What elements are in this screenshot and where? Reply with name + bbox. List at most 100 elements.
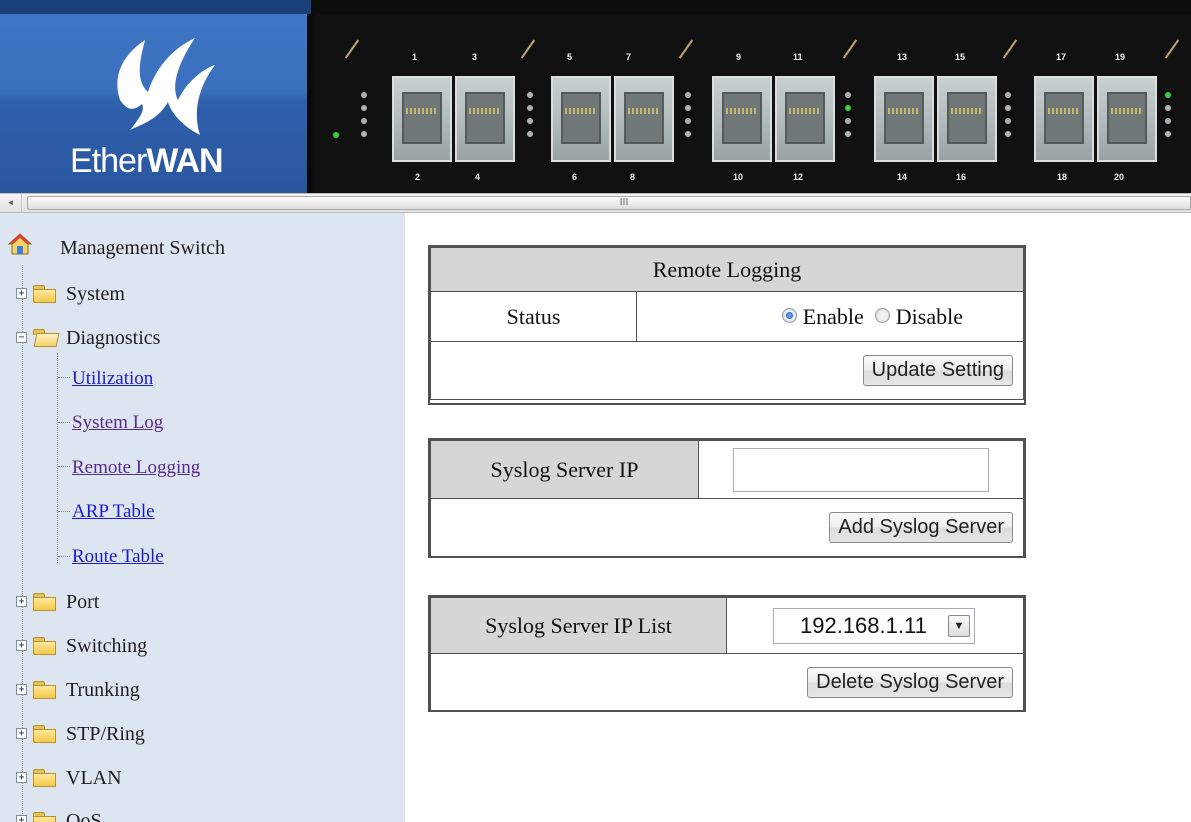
tree-item-label: Trunking bbox=[66, 679, 140, 701]
led bbox=[685, 105, 691, 111]
folder-icon bbox=[33, 637, 56, 655]
ethernet-port bbox=[937, 76, 997, 162]
port-number: 15 bbox=[955, 52, 966, 62]
add-syslog-server-button[interactable]: Add Syslog Server bbox=[829, 512, 1013, 543]
led bbox=[1165, 105, 1171, 111]
port-pair-1-4 bbox=[392, 76, 518, 162]
port-pins bbox=[628, 108, 660, 114]
led bbox=[1165, 118, 1171, 124]
expand-icon[interactable]: + bbox=[16, 728, 27, 739]
port-number: 8 bbox=[630, 172, 636, 182]
led bbox=[685, 92, 691, 98]
led bbox=[1005, 131, 1011, 137]
expand-icon[interactable]: + bbox=[16, 640, 27, 651]
dropdown-arrow-icon[interactable]: ▼ bbox=[948, 614, 970, 637]
folder-icon bbox=[33, 769, 56, 787]
expand-icon[interactable]: + bbox=[16, 815, 27, 822]
selected-ip: 192.168.1.11 bbox=[800, 612, 927, 638]
port-number: 12 bbox=[793, 172, 804, 182]
port-pins bbox=[726, 108, 758, 114]
led bbox=[361, 105, 367, 111]
port-pins bbox=[565, 108, 597, 114]
led bbox=[1005, 118, 1011, 124]
port-number: 1 bbox=[412, 52, 418, 62]
port-number: 14 bbox=[897, 172, 908, 182]
logo-top-strip bbox=[0, 0, 311, 14]
port-number: 9 bbox=[736, 52, 742, 62]
update-setting-button[interactable]: Update Setting bbox=[862, 355, 1013, 386]
nav-link-utilization[interactable]: Utilization bbox=[72, 368, 153, 390]
nav-link-arp-table[interactable]: ARP Table bbox=[72, 501, 155, 523]
expand-icon[interactable]: + bbox=[16, 772, 27, 783]
tree-item-label: VLAN bbox=[66, 767, 122, 789]
led bbox=[685, 118, 691, 124]
port-number: 6 bbox=[572, 172, 578, 182]
enable-radio[interactable] bbox=[782, 307, 798, 323]
enable-option[interactable]: Enable bbox=[782, 304, 864, 329]
port-number: 16 bbox=[956, 172, 967, 182]
tree-item-switching[interactable]: + Switching bbox=[0, 635, 400, 679]
folder-icon bbox=[33, 285, 56, 303]
led-column-3 bbox=[685, 92, 693, 144]
nav-link-system-log[interactable]: System Log bbox=[72, 412, 163, 434]
expand-icon[interactable]: + bbox=[16, 596, 27, 607]
syslog-server-ip-select[interactable]: 192.168.1.11 ▼ bbox=[773, 607, 975, 644]
expand-icon[interactable]: + bbox=[16, 288, 27, 299]
led bbox=[845, 92, 851, 98]
collapse-icon[interactable]: − bbox=[16, 332, 27, 343]
tree-item-label: STP/Ring bbox=[66, 723, 145, 745]
tree-item-system[interactable]: + System bbox=[0, 283, 400, 327]
tree-item-diagnostics[interactable]: − Diagnostics bbox=[0, 327, 400, 371]
expand-icon[interactable]: + bbox=[16, 684, 27, 695]
port-jack bbox=[561, 92, 601, 144]
disable-label: Disable bbox=[895, 303, 963, 329]
led-column-2 bbox=[527, 92, 535, 144]
nav-link-route-table[interactable]: Route Table bbox=[72, 546, 164, 568]
delete-row: Delete Syslog Server bbox=[430, 653, 1024, 711]
disable-radio[interactable] bbox=[875, 307, 891, 323]
power-led bbox=[333, 132, 341, 145]
open-folder-icon bbox=[33, 329, 55, 345]
syslog-server-ip-input[interactable] bbox=[733, 447, 989, 492]
brand-name: EtherWAN bbox=[70, 142, 224, 181]
tree-item-stp-ring[interactable]: + STP/Ring bbox=[0, 723, 400, 767]
tree-connector bbox=[57, 353, 58, 563]
port-jack bbox=[947, 92, 987, 144]
port-pins bbox=[469, 108, 501, 114]
tree-item-label: Port bbox=[66, 591, 100, 613]
tree-item-port[interactable]: + Port bbox=[0, 591, 400, 635]
syslog-server-ip-cell bbox=[698, 440, 1024, 499]
tree-item-label: Diagnostics bbox=[66, 327, 161, 349]
port-pins bbox=[789, 108, 821, 114]
port-number: 10 bbox=[733, 172, 744, 182]
tree-root-management-switch[interactable]: Management Switch bbox=[0, 237, 400, 281]
status-label: Status bbox=[430, 291, 637, 342]
nav-link-remote-logging[interactable]: Remote Logging bbox=[72, 457, 200, 479]
scrollbar-thumb[interactable]: III bbox=[27, 196, 1191, 210]
disable-option[interactable]: Disable bbox=[875, 304, 963, 329]
tree-item-trunking[interactable]: + Trunking bbox=[0, 679, 400, 723]
scroll-left-arrow-icon[interactable]: ◂ bbox=[0, 194, 22, 212]
led bbox=[527, 105, 533, 111]
ethernet-port bbox=[392, 76, 452, 162]
port-number: 7 bbox=[626, 52, 632, 62]
tree-item-vlan[interactable]: + VLAN bbox=[0, 767, 400, 811]
tree-connector bbox=[58, 422, 70, 423]
led-column-5 bbox=[1005, 92, 1013, 144]
syslog-list-cell: 192.168.1.11 ▼ bbox=[726, 597, 1024, 654]
port-number: 20 bbox=[1114, 172, 1125, 182]
ethernet-port bbox=[1034, 76, 1094, 162]
delete-syslog-server-button[interactable]: Delete Syslog Server bbox=[807, 666, 1013, 698]
port-number: 13 bbox=[897, 52, 908, 62]
ethernet-port bbox=[551, 76, 611, 162]
syslog-server-ip-list-label: Syslog Server IP List bbox=[430, 597, 727, 654]
horizontal-scrollbar[interactable]: ◂ III bbox=[0, 193, 1191, 213]
tree-connector bbox=[58, 511, 70, 512]
ethernet-port bbox=[614, 76, 674, 162]
port-number: 5 bbox=[567, 52, 573, 62]
syslog-server-table: Syslog Server IP Add Syslog Server bbox=[430, 440, 1024, 557]
port-pair-5-8 bbox=[551, 76, 677, 162]
led bbox=[1165, 92, 1171, 98]
tree-item-qos[interactable]: + QoS bbox=[0, 810, 400, 822]
port-pins bbox=[888, 108, 920, 114]
